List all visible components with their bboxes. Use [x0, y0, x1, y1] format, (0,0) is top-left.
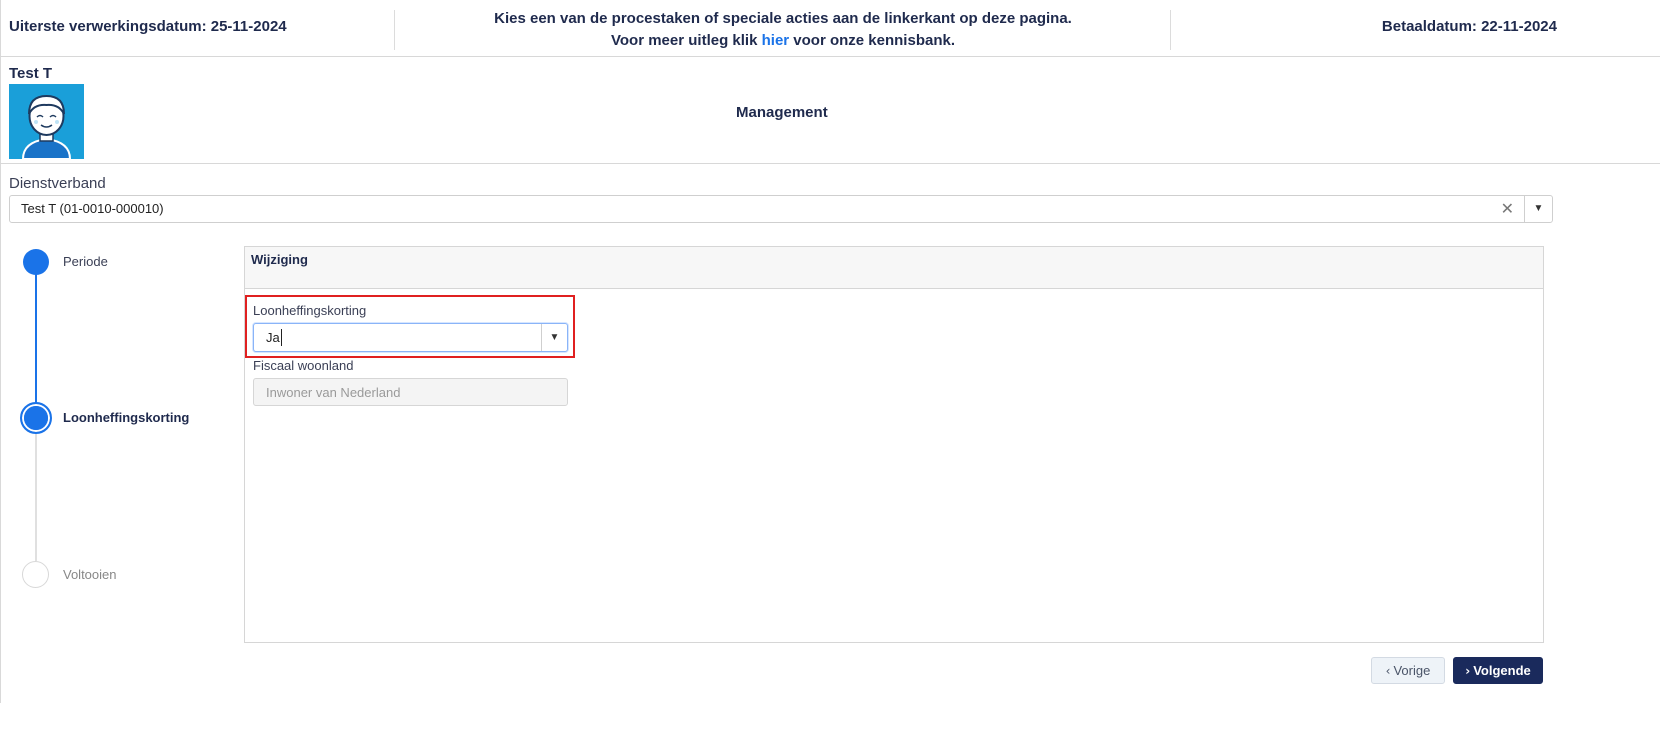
- step-dot-periode[interactable]: [23, 249, 49, 275]
- fiscaal-woonland-value: Inwoner van Nederland: [266, 385, 401, 400]
- dienstverband-value: Test T (01-0010-000010): [21, 201, 164, 216]
- chevron-left-icon: ‹: [1385, 664, 1391, 678]
- loonheffingskorting-value: Ja: [266, 330, 280, 345]
- previous-button[interactable]: ‹ Vorige: [1371, 657, 1445, 684]
- next-button[interactable]: › Volgende: [1453, 657, 1543, 684]
- previous-button-label: Vorige: [1393, 663, 1431, 678]
- page: Uiterste verwerkingsdatum: 25-11-2024 Ki…: [0, 0, 1660, 743]
- fiscaal-woonland-label: Fiscaal woonland: [253, 358, 354, 373]
- step-label-periode[interactable]: Periode: [63, 254, 108, 269]
- left-border: [0, 0, 1, 703]
- clear-icon[interactable]: ✕: [1501, 199, 1514, 219]
- knowledge-base-link[interactable]: hier: [762, 32, 790, 49]
- panel-header: Wijziging: [245, 247, 1543, 289]
- stepper-line-todo: [35, 431, 37, 561]
- payment-date: Betaaldatum: 22-11-2024: [1381, 18, 1557, 35]
- instruction-text: Kies een van de procestaken of speciale …: [395, 8, 1171, 52]
- instruction-line2: Voor meer uitleg klik hier voor onze ken…: [395, 30, 1171, 52]
- next-button-label: Volgende: [1473, 663, 1531, 678]
- dienstverband-label: Dienstverband: [9, 175, 106, 192]
- loonheffingskorting-select[interactable]: Ja ▼: [253, 323, 568, 352]
- step-dot-voltooien[interactable]: [22, 561, 49, 588]
- instruction-line1: Kies een van de procestaken of speciale …: [494, 10, 1072, 27]
- processing-date: Uiterste verwerkingsdatum: 25-11-2024: [9, 18, 287, 35]
- chevron-right-icon: ›: [1465, 664, 1471, 678]
- stepper-line-done: [35, 274, 37, 404]
- dienstverband-select[interactable]: Test T (01-0010-000010) ✕ ▼: [9, 195, 1553, 223]
- instruction-line2-post: voor onze kennisbank.: [789, 32, 955, 49]
- chevron-down-icon[interactable]: ▼: [1524, 196, 1552, 222]
- step-label-loonheffingskorting[interactable]: Loonheffingskorting: [63, 410, 189, 425]
- loonheffingskorting-label: Loonheffingskorting: [253, 303, 367, 318]
- step-dot-loonheffingskorting[interactable]: [20, 402, 52, 434]
- department-title: Management: [736, 104, 828, 121]
- person-avatar-icon: [9, 84, 84, 159]
- fiscaal-woonland-field: Inwoner van Nederland: [253, 378, 568, 406]
- top-bar: Uiterste verwerkingsdatum: 25-11-2024 Ki…: [0, 0, 1660, 57]
- employee-name: Test T: [9, 65, 53, 82]
- panel-title: Wijziging: [251, 252, 308, 267]
- chevron-down-icon[interactable]: ▼: [541, 324, 567, 351]
- step-dot-inner: [24, 406, 48, 430]
- divider: [0, 163, 1660, 164]
- divider: [1170, 10, 1171, 50]
- instruction-line2-pre: Voor meer uitleg klik: [611, 32, 762, 49]
- step-label-voltooien[interactable]: Voltooien: [63, 567, 117, 582]
- text-cursor: [281, 329, 282, 346]
